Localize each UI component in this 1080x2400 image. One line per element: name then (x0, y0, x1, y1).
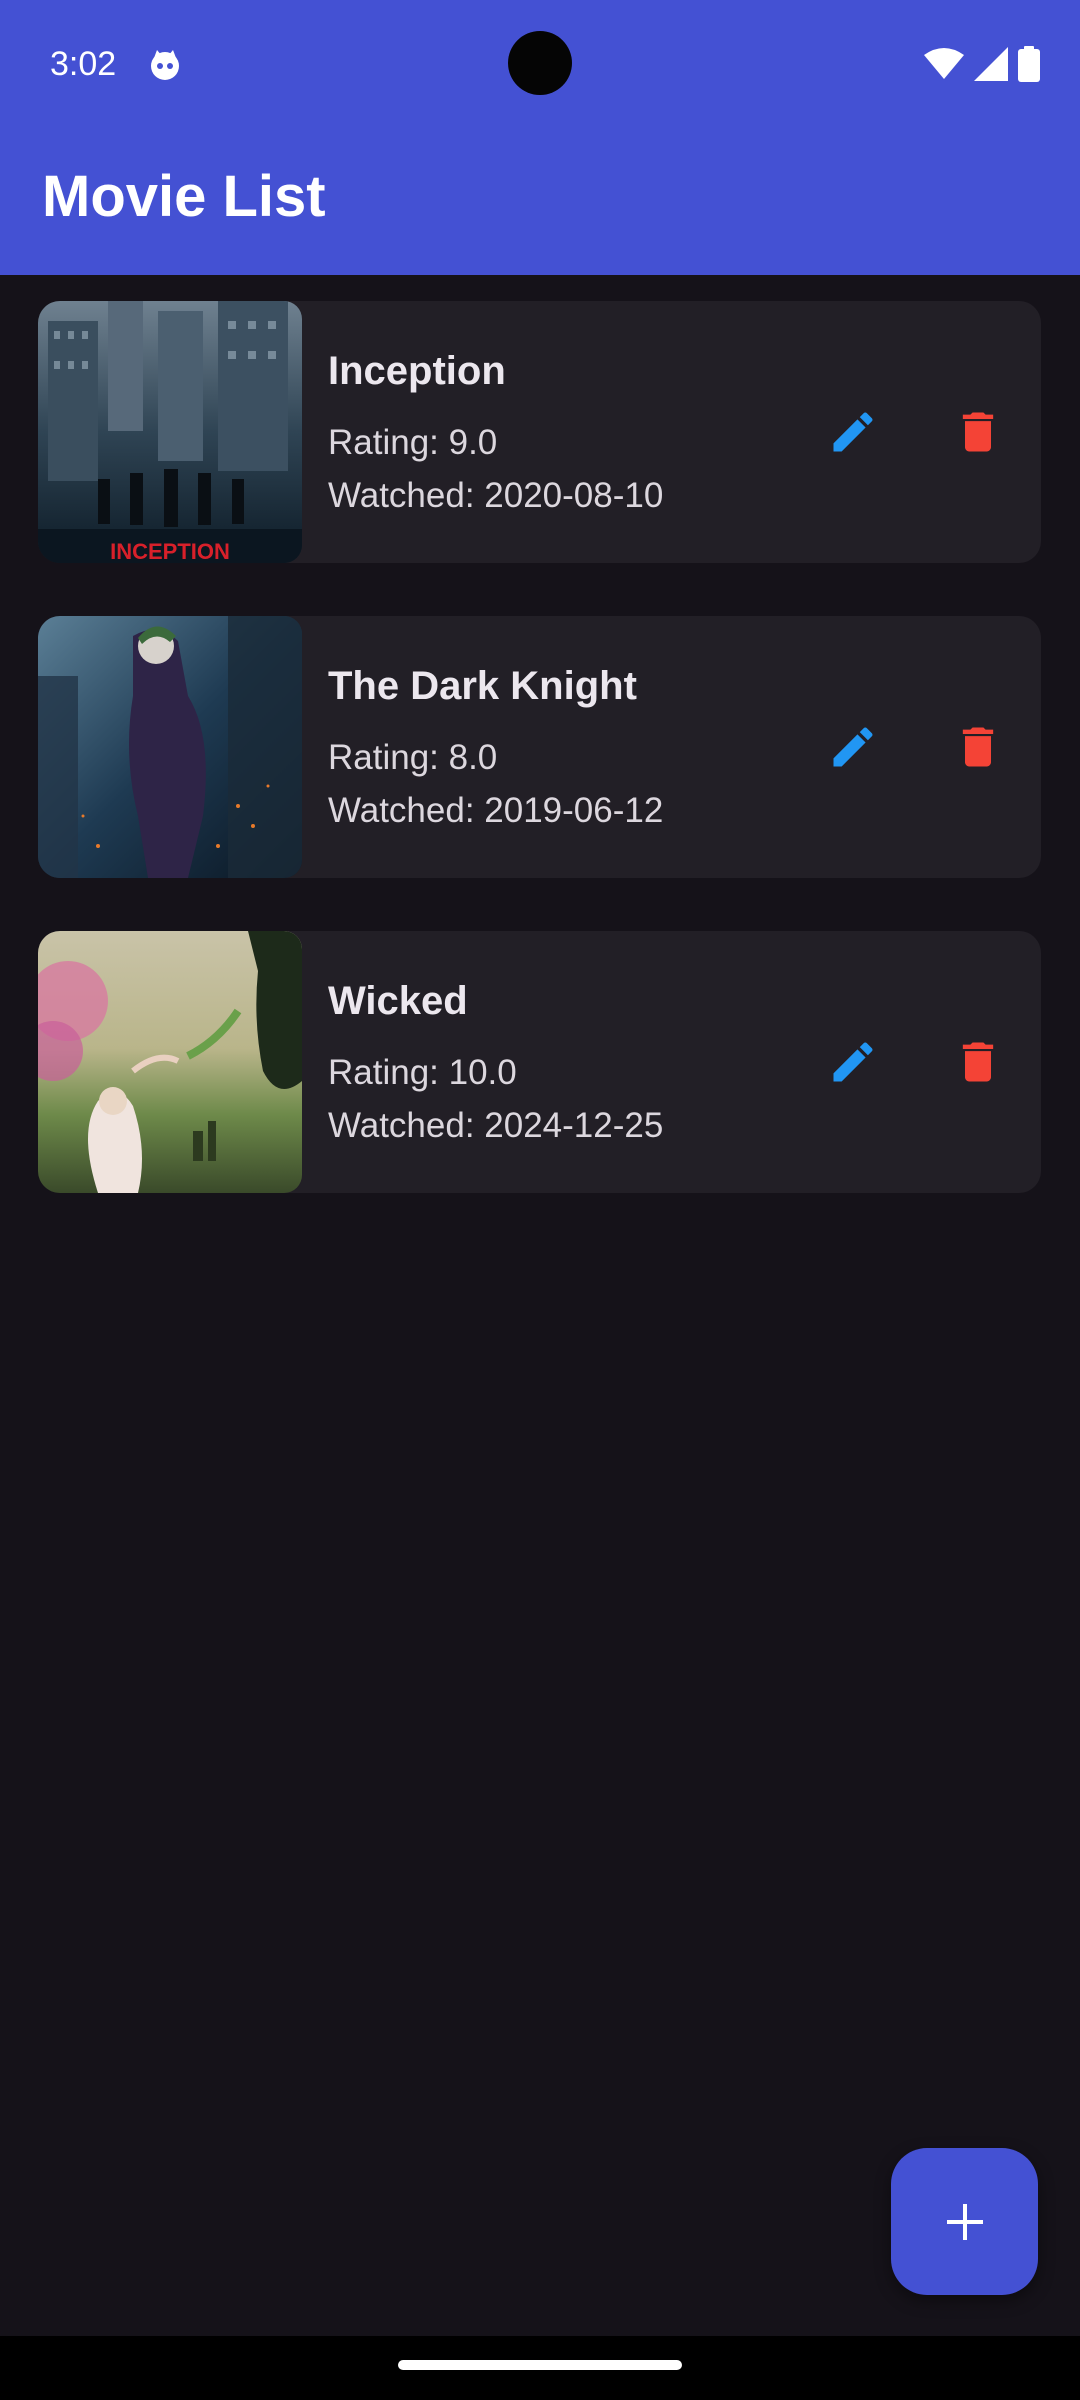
signal-icon (974, 47, 1008, 81)
delete-button[interactable] (943, 1027, 1013, 1097)
status-time: 3:02 (50, 45, 117, 83)
movie-watched-date: Watched: 2019-06-12 (328, 791, 664, 830)
movie-poster-image (38, 616, 302, 878)
edit-button[interactable] (818, 712, 888, 782)
delete-button[interactable] (943, 397, 1013, 467)
movie-info: Wicked Rating: 10.0 Watched: 2024-12-25 (328, 979, 663, 1152)
movie-rating: Rating: 9.0 (328, 423, 498, 462)
wifi-icon (924, 48, 964, 79)
trash-icon (962, 727, 994, 767)
edit-button[interactable] (818, 1027, 888, 1097)
movie-poster-image (38, 931, 302, 1193)
poster-caption: INCEPTION (110, 539, 230, 563)
movie-poster-image: INCEPTION (38, 301, 302, 563)
movie-title: The Dark Knight (328, 664, 637, 708)
movie-title: Wicked (328, 979, 468, 1023)
camera-cutout (508, 31, 572, 95)
status-bar: 3:02 (0, 0, 1080, 130)
delete-button[interactable] (943, 712, 1013, 782)
trash-icon (962, 1042, 994, 1082)
home-gesture-handle[interactable] (398, 2360, 682, 2370)
add-movie-button[interactable] (891, 2148, 1038, 2295)
status-icons (924, 44, 1040, 84)
trash-icon (962, 412, 994, 452)
app-bar: 3:02 Movie List (0, 0, 1080, 275)
movie-card[interactable]: INCEPTION Inception Rating: 9.0 Watched:… (38, 301, 1041, 563)
movie-watched-date: Watched: 2024-12-25 (328, 1106, 664, 1145)
movie-card[interactable]: The Dark Knight Rating: 8.0 Watched: 201… (38, 616, 1041, 878)
movie-info: The Dark Knight Rating: 8.0 Watched: 201… (328, 664, 663, 837)
cat-notification-icon (151, 50, 179, 80)
edit-button[interactable] (818, 397, 888, 467)
movie-card[interactable]: Wicked Rating: 10.0 Watched: 2024-12-25 (38, 931, 1041, 1193)
pencil-icon (833, 727, 873, 767)
pencil-icon (833, 1042, 873, 1082)
movie-info: Inception Rating: 9.0 Watched: 2020-08-1… (328, 349, 663, 522)
movie-rating: Rating: 8.0 (328, 738, 498, 777)
movie-title: Inception (328, 349, 506, 393)
plus-icon (946, 2203, 983, 2240)
movie-rating: Rating: 10.0 (328, 1053, 517, 1092)
movie-list: INCEPTION Inception Rating: 9.0 Watched:… (38, 301, 1042, 1246)
battery-icon (1018, 46, 1040, 82)
movie-watched-date: Watched: 2020-08-10 (328, 476, 664, 515)
pencil-icon (833, 412, 873, 452)
page-title: Movie List (42, 164, 326, 229)
